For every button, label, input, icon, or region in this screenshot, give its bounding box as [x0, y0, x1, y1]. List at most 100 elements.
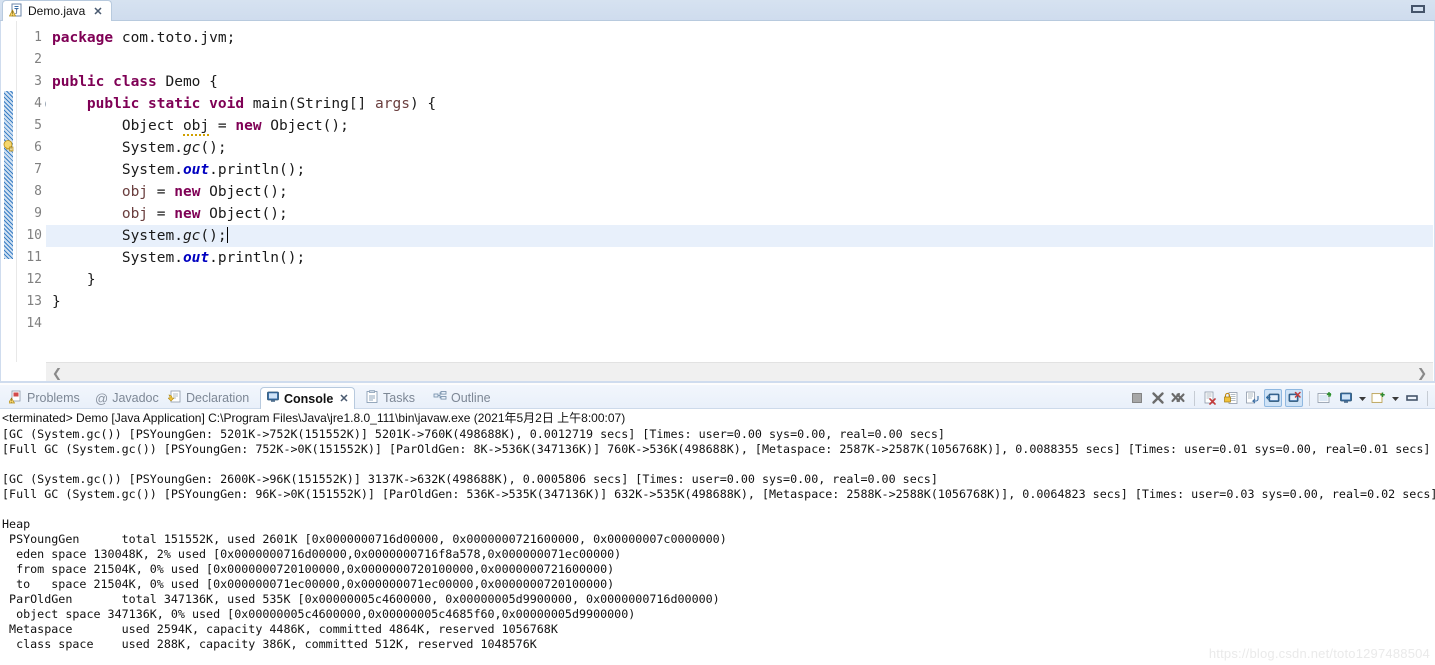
problems-icon: !: [7, 390, 23, 407]
editor-tab-label: Demo.java: [28, 4, 86, 18]
code-line: System.gc();: [52, 140, 227, 156]
tasks-icon: [365, 389, 379, 407]
java-file-warning-icon: J !: [8, 3, 23, 20]
line-number: 5: [34, 118, 42, 133]
editor-tabbar: J ! Demo.java ✕: [0, 0, 1435, 21]
scroll-lock-button[interactable]: [1222, 389, 1240, 407]
open-console-dropdown-chevron-down-icon[interactable]: [1391, 394, 1400, 403]
editor-bottom-edge: [0, 381, 1435, 383]
console-output[interactable]: [GC (System.gc()) [PSYoungGen: 5201K->75…: [0, 427, 1435, 665]
line-number-ruler: 1 2 3 4 5 6 7 8 9 10 11 12 13 14: [17, 21, 45, 362]
word-wrap-button[interactable]: [1243, 389, 1261, 407]
toolbar-separator: [1427, 390, 1428, 406]
close-icon[interactable]: ✕: [93, 5, 102, 18]
console-output-line: eden space 130048K, 2% used [0x000000071…: [2, 547, 622, 561]
view-tab-tasks[interactable]: Tasks: [360, 387, 420, 409]
console-output-line: [GC (System.gc()) [PSYoungGen: 2600K->96…: [2, 472, 938, 486]
open-console-button[interactable]: [1370, 389, 1388, 407]
console-output-line: object space 347136K, 0% used [0x0000000…: [2, 607, 636, 621]
close-icon[interactable]: ✕: [339, 392, 348, 405]
console-output-line: ParOldGen total 347136K, used 535K [0x00…: [2, 592, 720, 606]
view-tab-problems[interactable]: ! Problems: [4, 387, 85, 409]
code-line: public class Demo {: [52, 74, 218, 90]
line-number: 4: [34, 96, 42, 111]
line-number: 3: [34, 74, 42, 89]
console-part: ! Problems @ Javadoc Declaration Console…: [0, 385, 1435, 665]
console-output-line: from space 21504K, 0% used [0x0000000720…: [2, 562, 615, 576]
line-number: 10: [26, 228, 42, 243]
javadoc-at-icon: @: [95, 390, 109, 406]
show-console-on-stderr-button[interactable]: [1285, 389, 1303, 407]
clear-console-button[interactable]: [1201, 389, 1219, 407]
show-console-on-stdout-button[interactable]: [1264, 389, 1282, 407]
console-output-line: Metaspace used 2594K, capacity 4486K, co…: [2, 622, 558, 636]
editor-minimize-button[interactable]: [1411, 5, 1425, 13]
outline-icon: [433, 390, 447, 407]
editor-hscrollbar-area: ❮ ❯: [0, 362, 1435, 383]
line-number: 8: [34, 184, 42, 199]
code-line: public static void main(String[] args) {: [86, 96, 437, 112]
line-number: 2: [34, 52, 42, 67]
line-number: 11: [26, 250, 42, 265]
view-tab-javadoc[interactable]: @ Javadoc: [90, 387, 164, 409]
editor-body: ! 1 2 3 4 5 6 7 8 9 10 11 12 13 14 −: [0, 21, 1435, 362]
watermark: https://blog.csdn.net/toto1297488504: [1208, 646, 1430, 661]
code-line: package com.toto.jvm;: [52, 30, 236, 46]
console-minimize-button[interactable]: [1403, 389, 1421, 407]
display-console-dropdown-chevron-down-icon[interactable]: [1358, 394, 1367, 403]
line-number: 13: [26, 294, 42, 309]
console-output-line: [GC (System.gc()) [PSYoungGen: 5201K->75…: [2, 427, 945, 441]
eclipse-window: J ! Demo.java ✕ ! 1 2 3 4 5 6 7 8 9 10 1…: [0, 0, 1435, 665]
editor-marker-bar[interactable]: !: [1, 21, 17, 362]
view-tab-console[interactable]: Console ✕: [260, 387, 355, 409]
scroll-left-icon[interactable]: ❮: [52, 366, 62, 380]
toolbar-separator: [1309, 390, 1310, 406]
view-tab-outline[interactable]: Outline: [428, 387, 496, 409]
console-output-line: PSYoungGen total 151552K, used 2601K [0x…: [2, 532, 727, 546]
remove-all-terminated-button[interactable]: [1170, 389, 1188, 407]
remove-launch-button[interactable]: [1149, 389, 1167, 407]
view-tab-label: Outline: [451, 391, 491, 405]
code-line: Object obj = new Object();: [52, 118, 349, 136]
console-status-line: <terminated> Demo [Java Application] C:\…: [0, 409, 1435, 427]
code-line: System.out.println();: [52, 162, 306, 178]
svg-text:J: J: [15, 8, 18, 16]
code-line-active: System.gc();: [46, 225, 1433, 247]
view-tab-label: Problems: [27, 391, 80, 405]
scroll-right-icon[interactable]: ❯: [1417, 366, 1427, 380]
editor-tab-demo-java[interactable]: J ! Demo.java ✕: [2, 0, 112, 21]
console-output-line: to space 21504K, 0% used [0x000000071ec0…: [2, 577, 615, 591]
console-monitor-icon: [266, 390, 280, 407]
line-number: 14: [26, 316, 42, 331]
view-tab-label: Tasks: [383, 391, 415, 405]
display-selected-console-button[interactable]: [1337, 389, 1355, 407]
console-output-line: Heap: [2, 517, 31, 531]
view-tab-label: Declaration: [186, 391, 250, 405]
code-line: }: [52, 294, 61, 310]
line-number: 12: [26, 272, 42, 287]
console-output-line: [Full GC (System.gc()) [PSYoungGen: 96K-…: [2, 487, 1435, 501]
line-number: 1: [34, 30, 42, 45]
view-tab-label: Javadoc: [112, 391, 159, 405]
console-toolbar: [1128, 387, 1431, 409]
warning-marker-icon[interactable]: !: [2, 139, 16, 153]
code-line: obj = new Object();: [121, 184, 288, 200]
console-tabbar: ! Problems @ Javadoc Declaration Console…: [0, 385, 1435, 409]
line-number: 6: [34, 140, 42, 155]
code-line: obj = new Object();: [121, 206, 288, 222]
line-number: 7: [34, 162, 42, 177]
editor-part: J ! Demo.java ✕ ! 1 2 3 4 5 6 7 8 9 10 1…: [0, 0, 1435, 383]
change-indicator-bar: [4, 91, 13, 259]
view-tab-declaration[interactable]: Declaration: [163, 387, 254, 409]
toolbar-separator: [1194, 390, 1195, 406]
pin-console-button[interactable]: [1316, 389, 1334, 407]
code-area[interactable]: package com.toto.jvm; public class Demo …: [46, 21, 1433, 362]
terminate-button[interactable]: [1128, 389, 1146, 407]
declaration-icon: [167, 390, 182, 407]
editor-horizontal-scrollbar[interactable]: ❮ ❯: [46, 362, 1433, 382]
code-line: System.out.println();: [52, 250, 306, 266]
